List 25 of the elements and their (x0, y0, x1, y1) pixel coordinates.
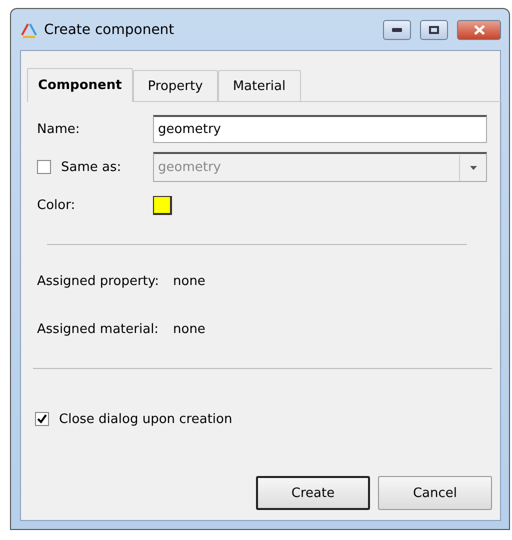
close-icon (474, 24, 484, 34)
assigned-label: Assigned property: (37, 274, 160, 288)
same-as-label: Same as: (61, 160, 122, 174)
assigned-label: Assigned material: (37, 322, 160, 336)
chevron-down-icon (470, 166, 476, 170)
dialog-button[interactable]: Cancel (378, 476, 492, 510)
dialog-button[interactable]: Create (256, 476, 370, 510)
tab[interactable]: Material (218, 70, 301, 101)
logo-icon (20, 22, 38, 38)
maximize-icon (429, 26, 439, 34)
color-swatch[interactable] (153, 196, 172, 214)
tab[interactable]: Component (27, 68, 133, 102)
close-button[interactable] (457, 20, 501, 40)
color-label: Color: (37, 198, 76, 212)
name-field[interactable]: geometry (153, 115, 487, 143)
tab[interactable]: Property (132, 70, 218, 101)
minimize-button[interactable] (383, 20, 411, 40)
checkbox[interactable] (35, 412, 49, 426)
minimize-icon (392, 28, 402, 32)
assigned-value: none (173, 322, 206, 336)
name-label: Name: (37, 122, 81, 136)
maximize-button[interactable] (420, 20, 448, 40)
assigned-value: none (173, 274, 206, 288)
window-title: Create component (44, 22, 176, 38)
close-on-create-label: Close dialog upon creation (59, 412, 232, 426)
